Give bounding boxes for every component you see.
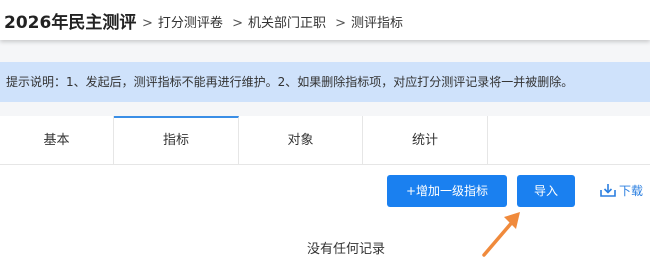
download-label: 下载	[619, 184, 644, 198]
tab-bar: 基本 指标 对象 统计	[0, 116, 650, 165]
download-icon	[600, 184, 616, 197]
breadcrumb-separator: >	[335, 16, 347, 31]
breadcrumb-separator: >	[232, 16, 243, 31]
page-title: 2026年民主测评	[4, 13, 137, 33]
tab-indicators[interactable]: 指标	[114, 116, 239, 164]
tab-statistics[interactable]: 统计	[363, 116, 488, 164]
page-header: 2026年民主测评 > 打分测评卷 > 机关部门正职 > 测评指标	[0, 0, 650, 40]
breadcrumb-item-indicators: 测评指标	[351, 16, 404, 31]
breadcrumb-item-score-paper[interactable]: 打分测评卷	[158, 16, 223, 31]
spacer	[0, 102, 650, 116]
tab-basic[interactable]: 基本	[0, 116, 114, 164]
breadcrumb-item-dept-head[interactable]: 机关部门正职	[248, 16, 326, 31]
notice-banner: 提示说明：1、发起后，测评指标不能再进行维护。2、如果删除指标项，对应打分测评记…	[0, 62, 650, 102]
download-button[interactable]: 下载	[600, 182, 643, 199]
empty-state-text: 没有任何记录	[306, 242, 385, 257]
breadcrumb: > 打分测评卷 > 机关部门正职 > 测评指标	[137, 12, 403, 31]
tab-targets[interactable]: 对象	[239, 116, 363, 164]
breadcrumb-separator: >	[142, 16, 153, 31]
spacer	[0, 40, 650, 62]
